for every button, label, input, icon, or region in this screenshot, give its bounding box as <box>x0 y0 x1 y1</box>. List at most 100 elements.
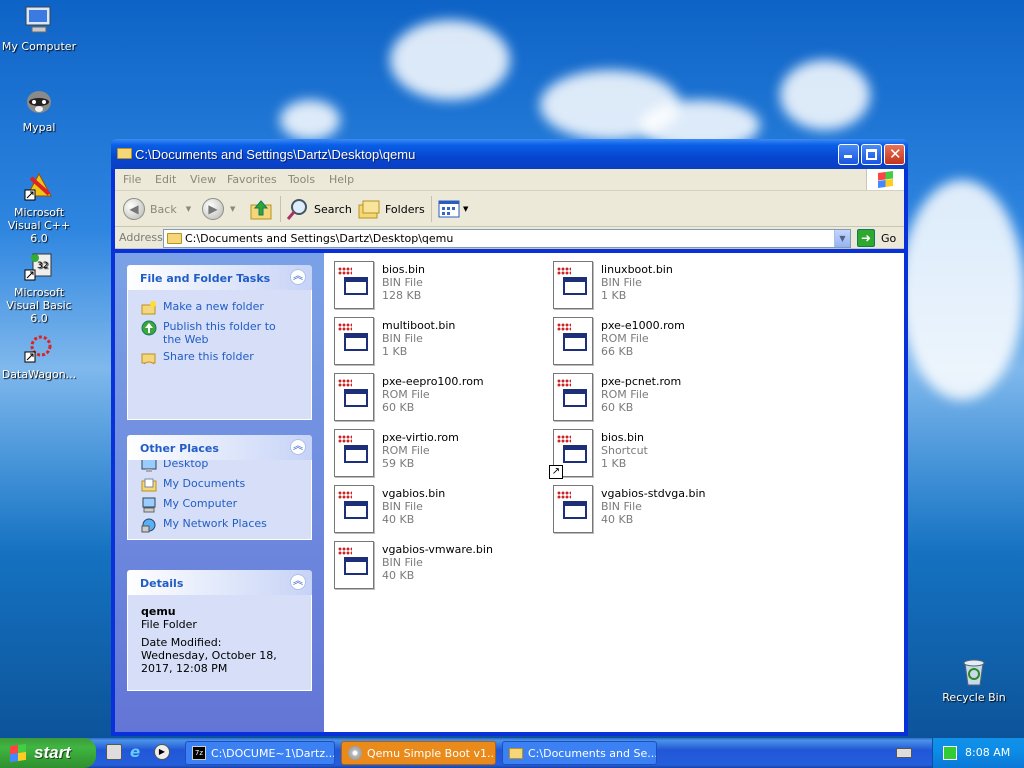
visual-basic-icon: 32 <box>23 250 55 282</box>
go-button[interactable]: ➜ Go <box>857 229 896 247</box>
panel-title: Other Places <box>140 442 219 455</box>
file-type: ROM File <box>382 388 430 401</box>
file-size: 60 KB <box>601 401 634 414</box>
desktop-icon-visual-cpp[interactable]: Microsoft Visual C++ 6.0 <box>0 170 78 245</box>
make-new-folder-link[interactable]: Make a new folder <box>141 300 264 316</box>
keyboard-icon[interactable] <box>896 748 912 758</box>
close-icon: ✕ <box>889 145 902 163</box>
file-item[interactable]: ↗ bios.bin Shortcut 1 KB <box>549 427 753 479</box>
file-item[interactable]: vgabios-vmware.bin BIN File 40 KB <box>334 539 534 591</box>
window-title: C:\Documents and Settings\Dartz\Desktop\… <box>135 147 416 162</box>
taskbar-item-cmd[interactable]: 7z C:\DOCUME~1\Dartz... <box>185 741 335 765</box>
file-item[interactable]: vgabios-stdvga.bin BIN File 40 KB <box>553 483 753 535</box>
desktop-icon-recycle-bin[interactable]: Recycle Bin <box>935 655 1013 704</box>
link-label: Share this folder <box>163 350 254 363</box>
globe-icon <box>141 320 157 336</box>
collapse-chevron-icon[interactable]: ︽ <box>290 269 306 285</box>
desktop-icon-datawagon[interactable]: DataWagon... <box>0 332 78 381</box>
up-button[interactable] <box>249 197 273 221</box>
panel-title: File and Folder Tasks <box>140 272 271 285</box>
window-content: File and Folder Tasks ︽ Make a new folde… <box>115 253 904 732</box>
maximize-button[interactable] <box>861 144 882 165</box>
menu-view[interactable]: View <box>190 173 216 186</box>
taskbar-item-explorer[interactable]: C:\Documents and Se... <box>502 741 657 765</box>
task-label: Qemu Simple Boot v1... <box>367 746 496 760</box>
media-player-icon[interactable]: ▶ <box>154 744 170 760</box>
taskbar-item-qemu[interactable]: Qemu Simple Boot v1... <box>341 741 496 765</box>
place-my-documents[interactable]: My Documents <box>141 477 245 493</box>
menu-tools[interactable]: Tools <box>288 173 315 186</box>
computer-icon <box>142 497 156 513</box>
file-item[interactable]: linuxboot.bin BIN File 1 KB <box>553 259 753 311</box>
details-panel: Details ︽ qemu File Folder Date Modified… <box>127 570 312 691</box>
file-item[interactable]: vgabios.bin BIN File 40 KB <box>334 483 534 535</box>
link-label: My Network Places <box>163 517 267 530</box>
views-button[interactable]: ▼ <box>437 197 468 221</box>
minimize-icon <box>844 155 852 158</box>
show-desktop-icon[interactable] <box>106 744 122 760</box>
folder-up-icon <box>250 200 272 220</box>
share-folder-link[interactable]: Share this folder <box>141 350 254 366</box>
file-type: BIN File <box>382 556 423 569</box>
file-name: vgabios-vmware.bin <box>382 543 493 556</box>
address-value: C:\Documents and Settings\Dartz\Desktop\… <box>185 232 454 245</box>
file-name: pxe-pcnet.rom <box>601 375 682 388</box>
back-button[interactable]: ◀ Back ▼ <box>123 197 191 221</box>
other-places-panel: Other Places ︽ Desktop My Documents My C… <box>127 435 312 540</box>
place-desktop[interactable]: Desktop <box>141 460 208 473</box>
details-modified: Date Modified: Wednesday, October 18, 20… <box>141 636 277 675</box>
panel-header[interactable]: Details ︽ <box>127 570 312 595</box>
search-button[interactable]: Search <box>286 197 352 221</box>
task-label: C:\Documents and Se... <box>528 746 657 760</box>
desktop-icon-mypal[interactable]: Mypal <box>0 85 78 134</box>
file-type: BIN File <box>601 276 642 289</box>
address-dropdown-button[interactable]: ▼ <box>834 230 850 247</box>
file-name: linuxboot.bin <box>601 263 673 276</box>
place-my-computer[interactable]: My Computer <box>141 497 237 513</box>
network-tray-icon[interactable] <box>943 746 957 760</box>
link-label: Desktop <box>163 460 209 470</box>
file-type: BIN File <box>382 500 423 513</box>
address-bar: Address C:\Documents and Settings\Dartz\… <box>115 227 904 249</box>
file-item[interactable]: bios.bin BIN File 128 KB <box>334 259 534 311</box>
file-item[interactable]: pxe-virtio.rom ROM File 59 KB <box>334 427 534 479</box>
file-size: 40 KB <box>382 513 415 526</box>
system-file-icon <box>553 317 593 365</box>
folders-label: Folders <box>385 202 425 216</box>
menu-favorites[interactable]: Favorites <box>227 173 277 186</box>
folders-button[interactable]: Folders <box>357 197 425 221</box>
window-titlebar[interactable]: C:\Documents and Settings\Dartz\Desktop\… <box>111 139 908 169</box>
minimize-button[interactable] <box>838 144 859 165</box>
new-folder-icon <box>141 301 156 315</box>
start-button[interactable]: start <box>0 738 96 768</box>
file-size: 1 KB <box>601 457 627 470</box>
address-input[interactable]: C:\Documents and Settings\Dartz\Desktop\… <box>163 229 851 248</box>
forward-button[interactable]: ▶ ▼ <box>202 197 235 221</box>
collapse-chevron-icon[interactable]: ︽ <box>290 574 306 590</box>
file-item[interactable]: pxe-eepro100.rom ROM File 60 KB <box>334 371 534 423</box>
datawagon-icon <box>23 332 55 364</box>
panel-header[interactable]: File and Folder Tasks ︽ <box>127 265 312 290</box>
system-file-icon <box>334 429 374 477</box>
publish-folder-link[interactable]: Publish this folder to the Web <box>141 320 291 346</box>
cloud <box>900 180 1024 400</box>
menu-file[interactable]: File <box>123 173 141 186</box>
file-item[interactable]: multiboot.bin BIN File 1 KB <box>334 315 534 367</box>
visual-cpp-icon <box>23 170 55 202</box>
internet-explorer-icon[interactable]: e <box>130 744 146 760</box>
file-item[interactable]: pxe-e1000.rom ROM File 66 KB <box>553 315 753 367</box>
search-label: Search <box>314 202 352 216</box>
system-file-icon <box>553 373 593 421</box>
desktop-icon-visual-basic[interactable]: 32 Microsoft Visual Basic 6.0 <box>0 250 78 325</box>
desktop-icon <box>141 460 157 472</box>
panel-header[interactable]: Other Places ︽ <box>127 435 312 460</box>
close-button[interactable]: ✕ <box>884 144 905 165</box>
menu-help[interactable]: Help <box>329 173 354 186</box>
file-name: bios.bin <box>601 431 645 444</box>
place-my-network-places[interactable]: My Network Places <box>141 517 267 533</box>
file-item[interactable]: pxe-pcnet.rom ROM File 60 KB <box>553 371 753 423</box>
folder-icon <box>509 747 523 759</box>
collapse-chevron-icon[interactable]: ︽ <box>290 439 306 455</box>
desktop-icon-my-computer[interactable]: My Computer <box>0 4 78 53</box>
menu-edit[interactable]: Edit <box>155 173 176 186</box>
